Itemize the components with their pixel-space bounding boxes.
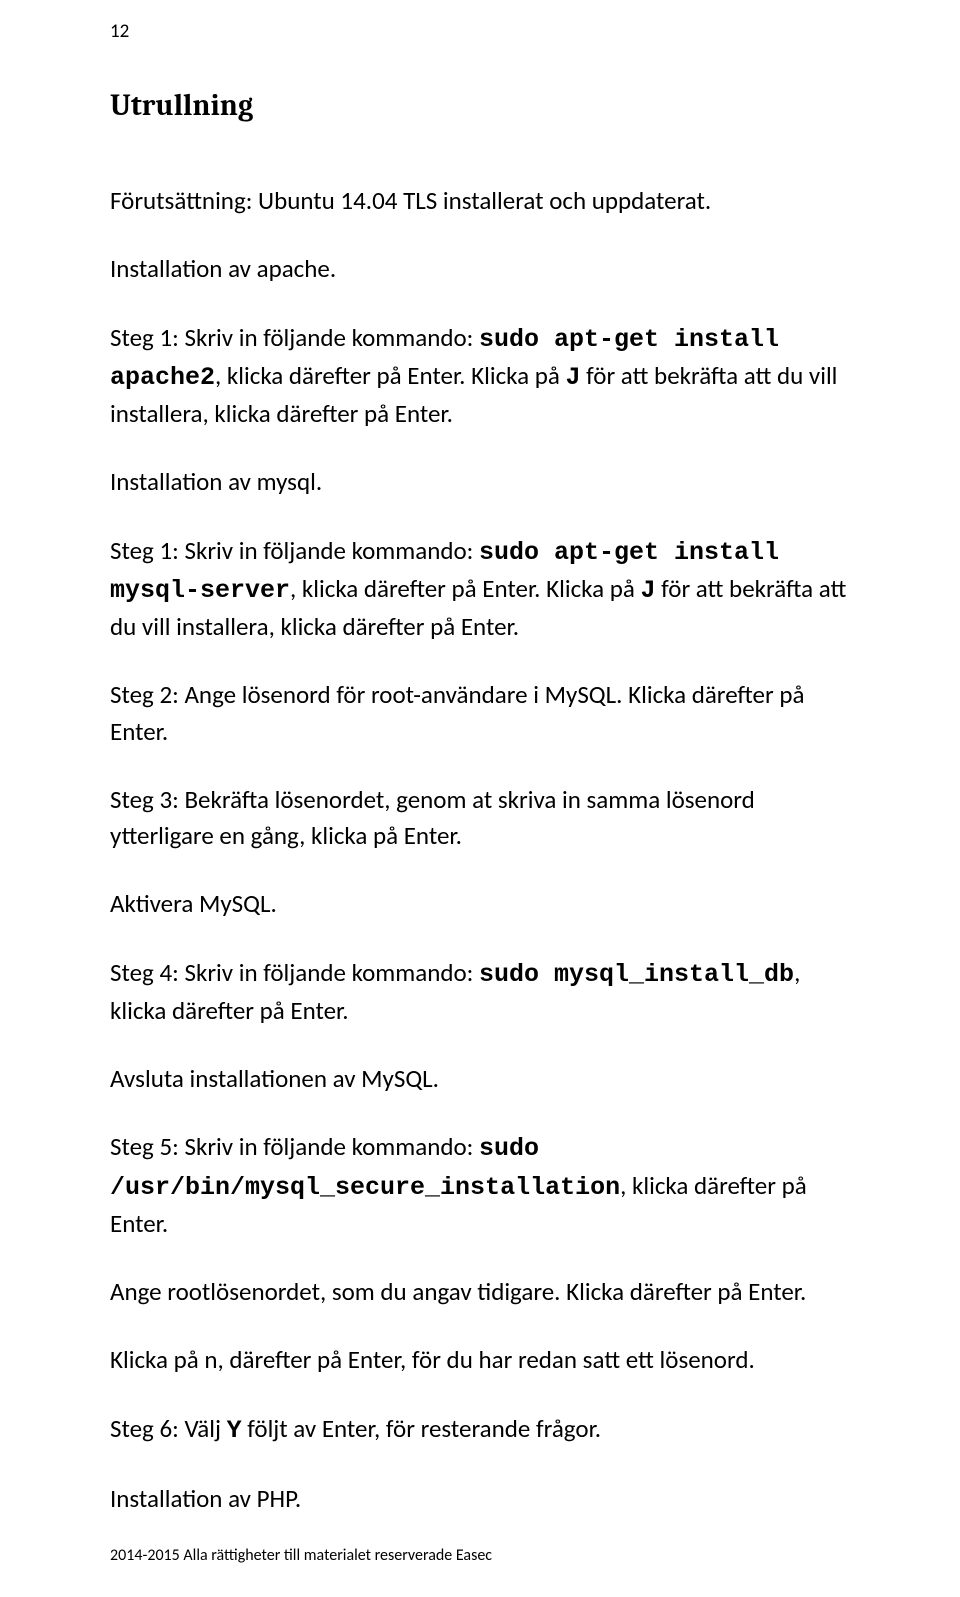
paragraph-step4-mysql: Steg 4: Skriv in följande kommando: sudo… xyxy=(110,955,850,1030)
page-number: 12 xyxy=(110,20,129,43)
text: , klicka därefter på Enter. Klicka på xyxy=(215,360,565,391)
paragraph-root-password: Ange rootlösenordet, som du angav tidiga… xyxy=(110,1274,850,1310)
paragraph-install-apache-heading: Installation av apache. xyxy=(110,251,850,287)
paragraph-prereq: Förutsättning: Ubuntu 14.04 TLS installe… xyxy=(110,183,850,219)
paragraph-activate-mysql-heading: Aktivera MySQL. xyxy=(110,886,850,922)
paragraph-step1-mysql: Steg 1: Skriv in följande kommando: sudo… xyxy=(110,533,850,646)
text: Steg 6: Välj xyxy=(110,1413,227,1444)
text: , klicka därefter på Enter. Klicka på xyxy=(290,573,640,604)
text: Steg 4: Skriv in följande kommando: xyxy=(110,957,479,988)
paragraph-click-n: Klicka på n, därefter på Enter, för du h… xyxy=(110,1342,850,1378)
page-title: Utrullning xyxy=(110,88,850,123)
document-page: 12 Utrullning Förutsättning: Ubuntu 14.0… xyxy=(0,0,960,1597)
key-text: Y xyxy=(227,1416,242,1445)
paragraph-finish-mysql-heading: Avsluta installationen av MySQL. xyxy=(110,1061,850,1097)
key-text: J xyxy=(640,576,655,605)
paragraph-step6-mysql: Steg 6: Välj Y följt av Enter, för reste… xyxy=(110,1411,850,1449)
footer-text: 2014-2015 Alla rättigheter till material… xyxy=(110,1546,492,1565)
text: Steg 1: Skriv in följande kommando: xyxy=(110,322,479,353)
text: Steg 1: Skriv in följande kommando: xyxy=(110,535,479,566)
paragraph-step5-mysql: Steg 5: Skriv in följande kommando: sudo… xyxy=(110,1129,850,1242)
paragraph-step2-mysql: Steg 2: Ange lösenord för root-användare… xyxy=(110,677,850,750)
command-text: sudo mysql_install_db xyxy=(479,960,794,989)
paragraph-install-php-heading: Installation av PHP. xyxy=(110,1481,850,1517)
key-text: J xyxy=(565,363,580,392)
paragraph-install-mysql-heading: Installation av mysql. xyxy=(110,464,850,500)
paragraph-step3-mysql: Steg 3: Bekräfta lösenordet, genom at sk… xyxy=(110,782,850,855)
paragraph-step1-apache: Steg 1: Skriv in följande kommando: sudo… xyxy=(110,320,850,433)
text: följt av Enter, för resterande frågor. xyxy=(242,1413,601,1444)
text: Steg 5: Skriv in följande kommando: xyxy=(110,1131,479,1162)
